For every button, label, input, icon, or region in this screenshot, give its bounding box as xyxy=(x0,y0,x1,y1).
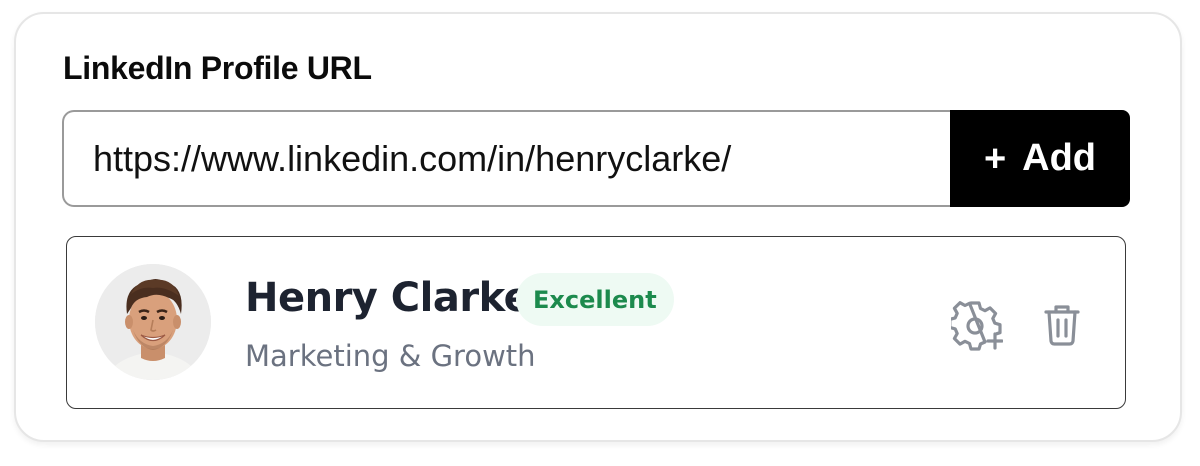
status-badge: Excellent xyxy=(516,273,674,326)
delete-button[interactable] xyxy=(1041,301,1083,347)
url-input-row: + Add xyxy=(62,110,1130,207)
linkedin-profile-card: LinkedIn Profile URL + Add xyxy=(14,12,1182,442)
avatar xyxy=(95,264,211,380)
add-button[interactable]: + Add xyxy=(950,110,1130,207)
trash-icon xyxy=(1044,305,1080,346)
settings-button[interactable] xyxy=(948,299,1004,351)
profile-role: Marketing & Growth xyxy=(245,339,536,373)
profile-item: Henry Clarke Excellent Marketing & Growt… xyxy=(66,236,1126,409)
linkedin-url-input[interactable] xyxy=(62,110,950,207)
profile-name: Henry Clarke xyxy=(245,275,531,321)
avatar-photo xyxy=(95,264,211,380)
plus-icon: + xyxy=(983,137,1007,180)
field-label: LinkedIn Profile URL xyxy=(63,50,372,86)
add-button-label: Add xyxy=(1022,137,1097,179)
gear-plus-icon xyxy=(948,301,1004,351)
